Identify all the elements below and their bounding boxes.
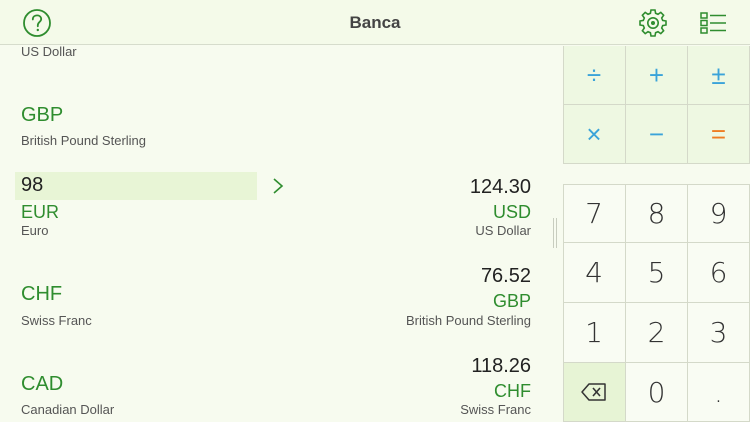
chevron-right-icon[interactable]: [270, 176, 286, 196]
divide-button[interactable]: ÷: [563, 46, 626, 105]
currency-name: Canadian Dollar: [21, 402, 115, 417]
currency-list[interactable]: US Dollar GBP British Pound Sterling 98 …: [0, 46, 560, 422]
converted-value: 124.30: [469, 176, 531, 198]
plus-minus-button[interactable]: ±: [688, 46, 750, 105]
target-currency-code[interactable]: GBP: [493, 291, 531, 312]
amount-input[interactable]: 98: [15, 172, 257, 200]
list-icon: [700, 12, 726, 34]
target-currency-code[interactable]: USD: [493, 202, 531, 223]
target-currency-code[interactable]: CHF: [494, 381, 531, 402]
currency-name: British Pound Sterling: [21, 133, 147, 148]
numeric-keypad: 7 8 9 4 5 6 1 2 3 0 .: [563, 184, 750, 422]
key-6[interactable]: 6: [688, 243, 750, 303]
key-5[interactable]: 5: [626, 243, 688, 303]
settings-button[interactable]: [637, 7, 669, 39]
key-0[interactable]: 0: [626, 363, 688, 422]
key-9[interactable]: 9: [688, 184, 750, 243]
minus-button[interactable]: −: [626, 105, 688, 164]
backspace-icon: [581, 383, 606, 401]
list-button[interactable]: [698, 7, 730, 39]
target-currency-name: Swiss Franc: [460, 402, 531, 417]
plus-button[interactable]: +: [626, 46, 688, 105]
currency-name: Swiss Franc: [21, 313, 92, 328]
target-currency-name: US Dollar: [475, 223, 531, 238]
key-7[interactable]: 7: [563, 184, 626, 243]
split-drag-handle[interactable]: [553, 218, 559, 248]
converted-value: 118.26: [471, 355, 531, 377]
backspace-button[interactable]: [563, 363, 626, 422]
source-currency-name: Euro: [21, 223, 49, 238]
amount-value: 98: [21, 174, 44, 196]
key-2[interactable]: 2: [626, 303, 688, 363]
navigation-bar: Banca: [0, 0, 750, 45]
currency-name: US Dollar: [21, 46, 77, 59]
source-currency-code[interactable]: EUR: [21, 202, 59, 223]
gear-icon: [639, 9, 667, 37]
multiply-button[interactable]: ×: [563, 105, 626, 164]
key-4[interactable]: 4: [563, 243, 626, 303]
decimal-point-button[interactable]: .: [688, 363, 750, 422]
currency-code[interactable]: GBP: [21, 104, 63, 127]
key-3[interactable]: 3: [688, 303, 750, 363]
key-8[interactable]: 8: [626, 184, 688, 243]
target-currency-name: British Pound Sterling: [405, 313, 531, 328]
key-1[interactable]: 1: [563, 303, 626, 363]
equals-button[interactable]: =: [688, 105, 750, 164]
converted-value: 76.52: [480, 265, 531, 287]
operator-pad: ÷ + ± × − =: [563, 46, 750, 164]
currency-code[interactable]: CAD: [21, 373, 63, 396]
currency-code[interactable]: CHF: [21, 283, 62, 306]
